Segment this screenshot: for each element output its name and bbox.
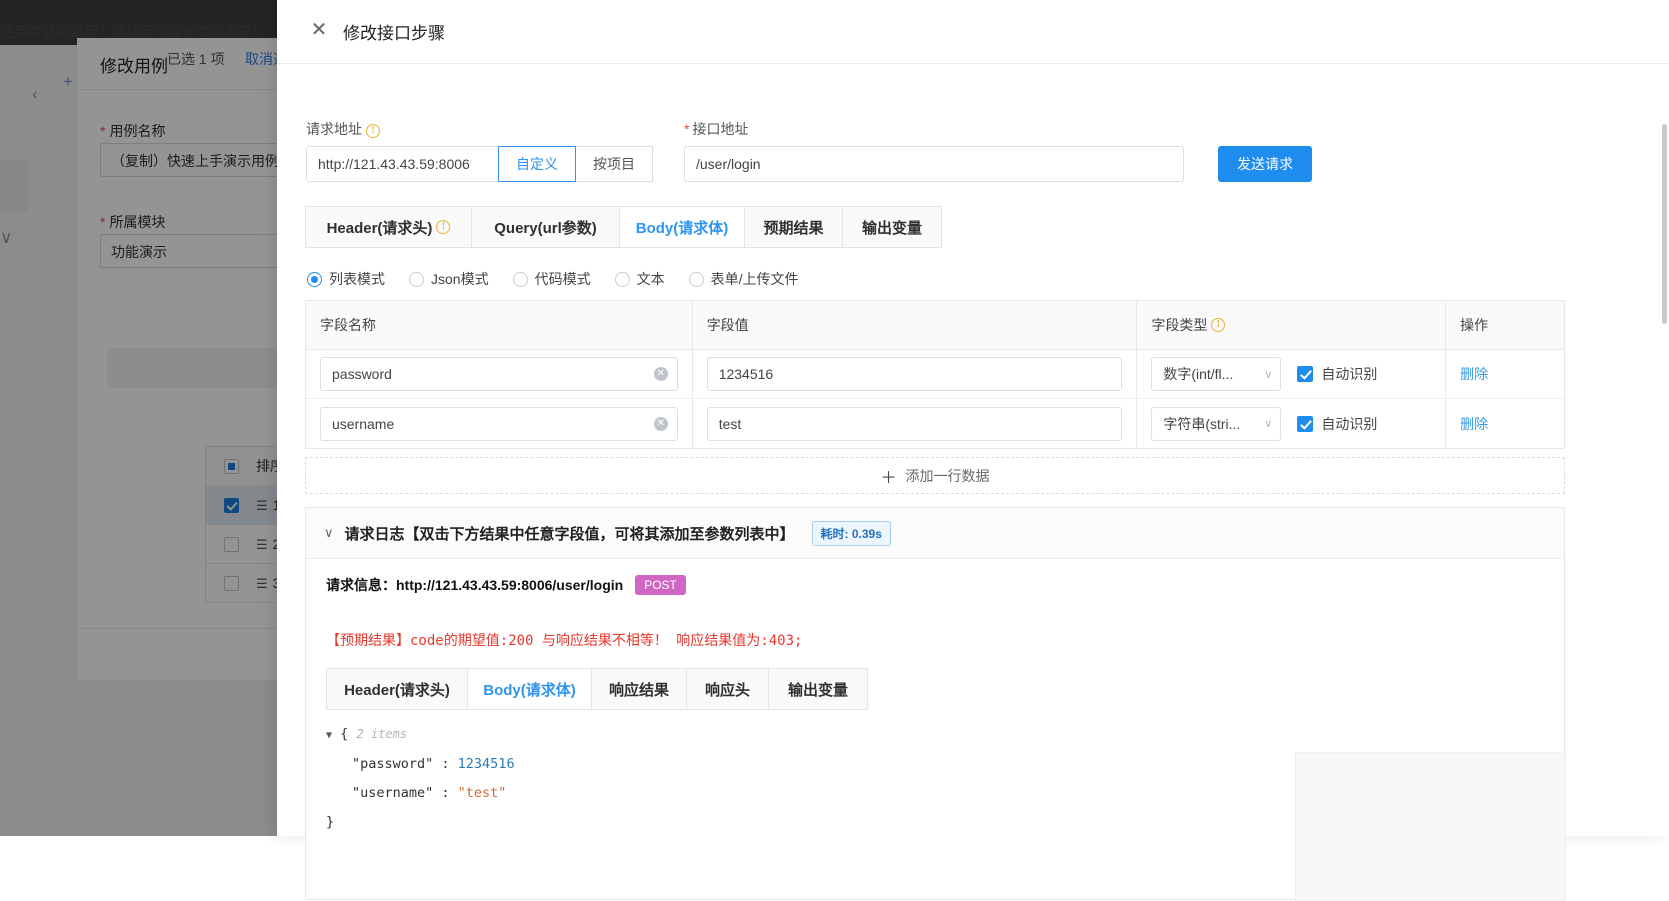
- chevron-down-icon[interactable]: ∨: [324, 525, 334, 541]
- expected-result-error: 【预期结果】code的期望值:200 与响应结果不相等！ 响应结果值为:403;: [326, 630, 802, 650]
- request-info-line: 请求信息： http://121.43.43.59:8006/user/logi…: [326, 575, 686, 595]
- plus-icon: ＋: [880, 464, 896, 488]
- request-log-title: 请求日志【双击下方结果中任意字段值，可将其添加至参数列表中】: [345, 523, 795, 544]
- elapsed-time-badge: 耗时: 0.39s: [812, 521, 891, 546]
- radio-icon: [689, 272, 704, 287]
- cell-field-type: 数字(int/fl... ∨ 自动识别: [1137, 350, 1446, 398]
- tab-expected-result[interactable]: 预期结果: [745, 207, 843, 247]
- collapse-triangle-icon[interactable]: ▼: [326, 730, 332, 741]
- cell-field-value: test: [693, 399, 1138, 448]
- tab-body[interactable]: Body(请求体): [620, 207, 745, 247]
- tab-header[interactable]: Header(请求头)!: [306, 207, 472, 247]
- request-url-input[interactable]: http://121.43.43.59:8006: [306, 146, 516, 182]
- response-json-viewer: ▼ { 2 items "password" : 1234516 "userna…: [326, 720, 515, 837]
- params-table-row: password ✕ 1234516 数字(int/fl... ∨ 自动识别: [306, 350, 1564, 399]
- clear-icon[interactable]: ✕: [654, 367, 668, 381]
- required-marker: *: [684, 121, 689, 137]
- request-log-header[interactable]: ∨ 请求日志【双击下方结果中任意字段值，可将其添加至参数列表中】 耗时: 0.3…: [306, 508, 1564, 559]
- params-table: 字段名称 字段值 字段类型 ! 操作 password ✕: [305, 300, 1565, 449]
- json-close-line: }: [326, 808, 515, 837]
- response-tab-body[interactable]: Body(请求体): [468, 669, 592, 709]
- field-name-input[interactable]: username ✕: [320, 407, 678, 441]
- dialog-scrollbar[interactable]: [1662, 124, 1667, 324]
- cell-field-name: password ✕: [306, 350, 693, 398]
- request-info-label: 请求信息：: [326, 575, 396, 595]
- response-tabbar: Header(请求头) Body(请求体) 响应结果 响应头 输出变量: [326, 668, 868, 710]
- cell-action: 删除: [1446, 399, 1564, 448]
- cell-field-type: 字符串(stri... ∨ 自动识别: [1137, 399, 1446, 448]
- tab-output-variable[interactable]: 输出变量: [843, 207, 941, 247]
- field-name-input[interactable]: password ✕: [320, 357, 678, 391]
- request-url-mode-custom[interactable]: 自定义: [498, 146, 576, 182]
- json-root-line: ▼ { 2 items: [326, 720, 515, 750]
- response-tab-header[interactable]: Header(请求头): [327, 669, 468, 709]
- col-field-type: 字段类型 !: [1137, 301, 1446, 349]
- json-items-count: 2 items: [356, 727, 407, 741]
- field-type-select[interactable]: 字符串(stri... ∨: [1151, 407, 1281, 441]
- interface-url-input[interactable]: /user/login: [684, 146, 1184, 182]
- delete-row-link[interactable]: 删除: [1460, 364, 1488, 384]
- radio-icon: [615, 272, 630, 287]
- json-value[interactable]: 1234516: [458, 756, 515, 772]
- request-info-url: http://121.43.43.59:8006/user/login: [396, 577, 623, 593]
- col-field-value: 字段值: [693, 301, 1138, 349]
- info-icon: !: [1211, 318, 1225, 332]
- radio-icon: [307, 272, 322, 287]
- add-row-button[interactable]: ＋ 添加一行数据: [305, 457, 1565, 494]
- warning-icon: !: [436, 220, 450, 234]
- request-tabbar: Header(请求头)! Query(url参数) Body(请求体) 预期结果…: [305, 206, 942, 248]
- json-entry[interactable]: "username" : "test": [326, 779, 515, 808]
- radio-json-mode[interactable]: Json模式: [409, 269, 489, 289]
- col-action: 操作: [1446, 301, 1564, 349]
- dialog-header: ✕ 修改接口步骤: [277, 0, 1669, 64]
- tab-query[interactable]: Query(url参数): [472, 207, 620, 247]
- request-log-panel: ∨ 请求日志【双击下方结果中任意字段值，可将其添加至参数列表中】 耗时: 0.3…: [305, 507, 1565, 900]
- auto-detect-checkbox[interactable]: [1297, 366, 1313, 382]
- col-field-name: 字段名称: [306, 301, 693, 349]
- radio-icon: [409, 272, 424, 287]
- auto-detect-checkbox[interactable]: [1297, 416, 1313, 432]
- params-table-header: 字段名称 字段值 字段类型 ! 操作: [306, 301, 1564, 350]
- interface-url-label: *接口地址: [684, 119, 748, 139]
- edit-interface-step-dialog: ✕ 修改接口步骤 请求地址! http://121.43.43.59:8006 …: [277, 0, 1669, 836]
- info-icon: !: [366, 124, 380, 138]
- radio-icon: [513, 272, 528, 287]
- send-request-button[interactable]: 发送请求: [1218, 146, 1312, 182]
- response-side-panel: [1295, 752, 1566, 901]
- field-value-input[interactable]: 1234516: [707, 357, 1123, 391]
- dialog-title: 修改接口步骤: [343, 19, 445, 44]
- response-tab-result[interactable]: 响应结果: [592, 669, 687, 709]
- chevron-down-icon: ∨: [1264, 368, 1272, 381]
- chevron-down-icon: ∨: [1264, 417, 1272, 430]
- field-type-select[interactable]: 数字(int/fl... ∨: [1151, 357, 1281, 391]
- json-entry[interactable]: "password" : 1234516: [326, 750, 515, 779]
- response-tab-headers[interactable]: 响应头: [687, 669, 769, 709]
- http-method-badge: POST: [635, 575, 686, 595]
- cell-action: 删除: [1446, 350, 1564, 398]
- close-icon[interactable]: ✕: [308, 20, 330, 42]
- cell-field-value: 1234516: [693, 350, 1138, 398]
- body-mode-radio-group: 列表模式 Json模式 代码模式 文本 表单/上传文件: [307, 269, 822, 289]
- request-url-label: 请求地址!: [306, 119, 380, 139]
- radio-list-mode[interactable]: 列表模式: [307, 269, 385, 289]
- field-value-input[interactable]: test: [707, 407, 1123, 441]
- cell-field-name: username ✕: [306, 399, 693, 448]
- radio-form-upload-mode[interactable]: 表单/上传文件: [689, 269, 799, 289]
- response-tab-output-vars[interactable]: 输出变量: [769, 669, 867, 709]
- clear-icon[interactable]: ✕: [654, 417, 668, 431]
- params-table-row: username ✕ test 字符串(stri... ∨ 自动识别: [306, 399, 1564, 448]
- delete-row-link[interactable]: 删除: [1460, 414, 1488, 434]
- radio-code-mode[interactable]: 代码模式: [513, 269, 591, 289]
- radio-text-mode[interactable]: 文本: [615, 269, 665, 289]
- request-url-mode-project[interactable]: 按项目: [575, 146, 653, 182]
- json-value[interactable]: "test": [458, 785, 507, 801]
